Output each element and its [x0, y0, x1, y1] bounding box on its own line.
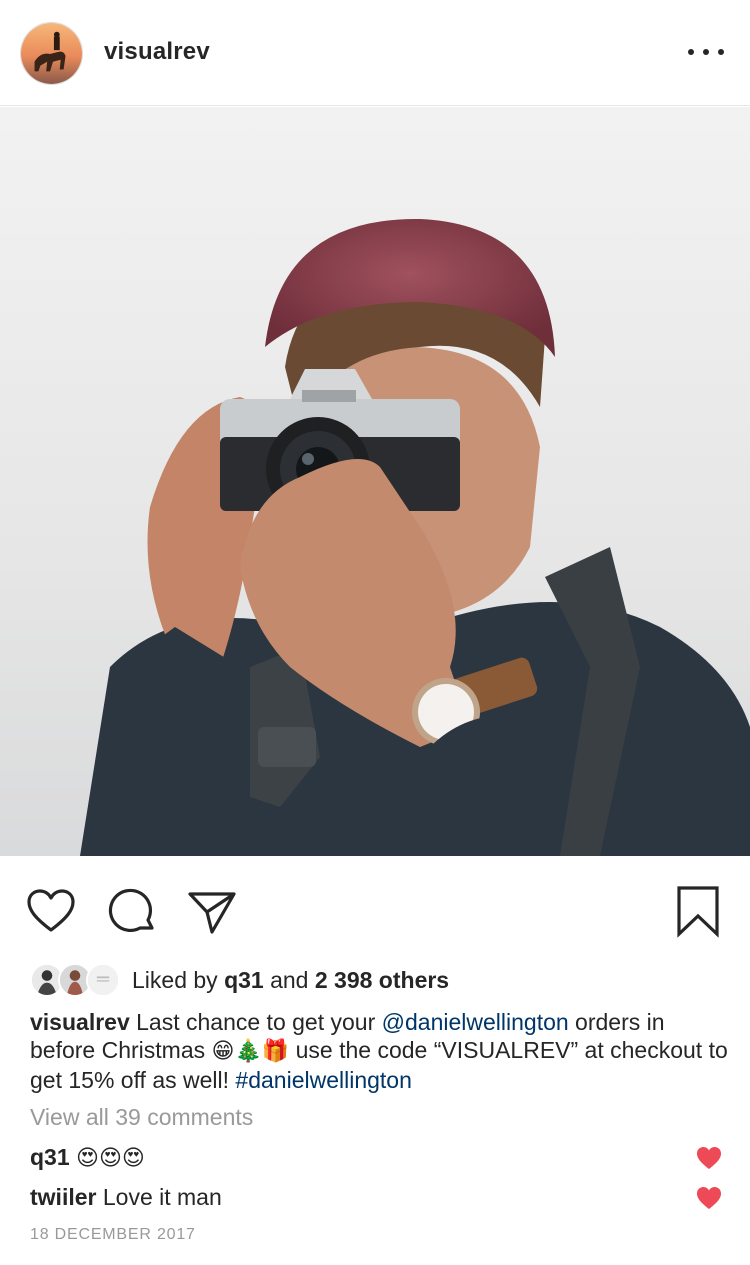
liker-avatar: [86, 963, 120, 997]
likes-user[interactable]: q31: [224, 967, 264, 993]
likes-middle: and: [263, 966, 315, 993]
caption-username[interactable]: visualrev: [30, 1009, 130, 1035]
likes-prefix: Liked by: [132, 966, 225, 993]
action-bar: [0, 856, 750, 964]
caption-mention[interactable]: @danielwellington: [382, 1009, 569, 1035]
likes-text: Liked by q31 and 2 398 others: [132, 967, 449, 994]
heart-filled-icon[interactable]: [696, 1146, 722, 1170]
comment-text: Love it man: [102, 1184, 222, 1210]
comment-row: twiiler Love it man: [30, 1184, 730, 1214]
likes-others[interactable]: 2 398 others: [315, 967, 449, 993]
liker-avatars[interactable]: [30, 963, 122, 997]
comment-username[interactable]: twiiler: [30, 1184, 103, 1210]
post-caption: visualrev Last chance to get your @danie…: [30, 1008, 730, 1094]
post-photo[interactable]: [0, 107, 750, 856]
dot: [688, 49, 694, 55]
bookmark-icon[interactable]: [672, 886, 724, 938]
post-date: 18 DECEMBER 2017: [30, 1226, 196, 1243]
view-all-comments-link[interactable]: View all 39 comments: [30, 1104, 253, 1131]
comment-username[interactable]: q31: [30, 1144, 76, 1170]
dot: [718, 49, 724, 55]
post-username[interactable]: visualrev: [104, 38, 210, 66]
paper-plane-icon[interactable]: [186, 886, 238, 938]
heart-filled-icon[interactable]: [696, 1186, 722, 1210]
caption-hashtag[interactable]: #danielwellington: [235, 1067, 411, 1093]
likes-summary: Liked by q31 and 2 398 others: [30, 962, 449, 998]
photo-illustration: [0, 107, 750, 856]
avatar-image: [21, 23, 82, 84]
avatar[interactable]: [20, 22, 83, 85]
comment-bubble-icon[interactable]: [106, 886, 158, 938]
post-header: visualrev: [0, 0, 750, 106]
caption-text: Last chance to get your: [129, 1009, 382, 1035]
caption-emojis: 😁🎄🎁: [211, 1039, 290, 1064]
comment-text: 😍😍😍: [76, 1146, 145, 1171]
comment-row: q31 😍😍😍: [30, 1144, 730, 1174]
more-options-icon[interactable]: [688, 40, 724, 64]
heart-outline-icon[interactable]: [25, 886, 77, 938]
dot: [703, 49, 709, 55]
